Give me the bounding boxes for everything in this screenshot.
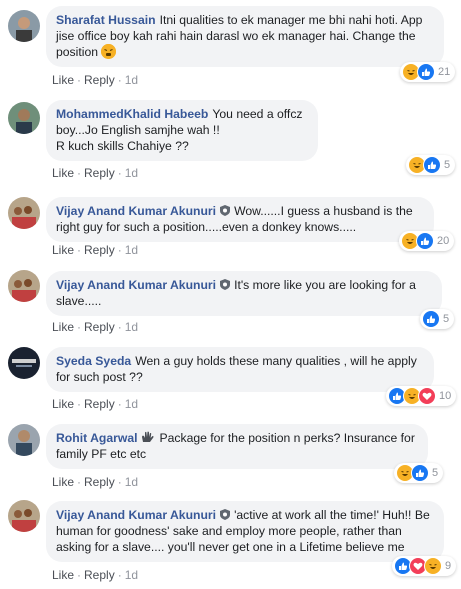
reply-link[interactable]: Reply — [84, 73, 115, 87]
commenter-name[interactable]: Vijay Anand Kumar Akunuri — [56, 278, 216, 292]
like-link[interactable]: Like — [52, 166, 74, 180]
reply-link[interactable]: Reply — [84, 243, 115, 257]
timestamp[interactable]: 1d — [125, 320, 138, 334]
timestamp[interactable]: 1d — [125, 243, 138, 257]
avatar[interactable] — [8, 347, 40, 379]
comment-actions: Like · Reply · 1d — [52, 397, 139, 411]
like-link[interactable]: Like — [52, 73, 74, 87]
commenter-name[interactable]: Sharafat Hussain — [56, 13, 156, 27]
reaction-count: 5 — [443, 313, 450, 325]
avatar[interactable] — [8, 500, 40, 532]
avatar[interactable] — [8, 270, 40, 302]
comment-text-line-2: R kuch skills Chahiye ?? — [56, 139, 189, 153]
commenter-name[interactable]: Vijay Anand Kumar Akunuri — [56, 204, 216, 218]
comment-actions: Like · Reply · 1d — [52, 166, 139, 180]
reply-link[interactable]: Reply — [84, 568, 115, 582]
like-reaction-icon — [411, 464, 429, 482]
comment-actions: Like · Reply · 1d — [52, 475, 139, 489]
reaction-count: 5 — [444, 159, 451, 171]
comment-bubble: Vijay Anand Kumar Akunuri'active at work… — [46, 501, 444, 562]
like-reaction-icon — [422, 310, 440, 328]
comment-bubble: Syeda Syeda Wen a guy holds these many qu… — [46, 347, 434, 392]
timestamp[interactable]: 1d — [125, 73, 138, 87]
comment-actions: Like · Reply · 1d — [52, 320, 139, 334]
comment-bubble: Sharafat Hussain Itni qualities to ek man… — [46, 6, 444, 67]
timestamp[interactable]: 1d — [125, 166, 138, 180]
hand-wave-emoji-icon — [141, 431, 155, 443]
haha-reaction-icon — [424, 557, 442, 575]
reaction-summary[interactable]: 5 — [406, 155, 456, 175]
reaction-count: 21 — [438, 66, 451, 78]
reaction-count: 20 — [437, 235, 450, 247]
reply-link[interactable]: Reply — [84, 320, 115, 334]
timestamp[interactable]: 1d — [125, 397, 138, 411]
comment-bubble: Vijay Anand Kumar Akunuri It's more like … — [46, 271, 442, 316]
like-reaction-icon — [416, 232, 434, 250]
love-reaction-icon — [418, 387, 436, 405]
avatar[interactable] — [8, 102, 40, 134]
reply-link[interactable]: Reply — [84, 475, 115, 489]
commenter-name[interactable]: Syeda Syeda — [56, 354, 131, 368]
reply-link[interactable]: Reply — [84, 397, 115, 411]
like-reaction-icon — [417, 63, 435, 81]
like-link[interactable]: Like — [52, 320, 74, 334]
reaction-count: 5 — [432, 467, 439, 479]
reaction-count: 10 — [439, 390, 452, 402]
like-link[interactable]: Like — [52, 568, 74, 582]
reaction-summary[interactable]: 10 — [386, 386, 457, 406]
comment-bubble: Rohit Agarwal Package for the position n … — [46, 424, 428, 469]
like-link[interactable]: Like — [52, 243, 74, 257]
reaction-summary[interactable]: 9 — [392, 556, 457, 576]
comment-actions: Like · Reply · 1d — [52, 73, 139, 87]
commenter-name[interactable]: Rohit Agarwal — [56, 431, 137, 445]
reaction-summary[interactable]: 5 — [420, 309, 455, 329]
tired-face-emoji-icon — [101, 44, 117, 59]
timestamp[interactable]: 1d — [125, 568, 138, 582]
timestamp[interactable]: 1d — [125, 475, 138, 489]
top-fan-badge-icon — [220, 204, 231, 216]
like-link[interactable]: Like — [52, 397, 74, 411]
like-link[interactable]: Like — [52, 475, 74, 489]
reply-link[interactable]: Reply — [84, 166, 115, 180]
like-reaction-icon — [423, 156, 441, 174]
avatar[interactable] — [8, 10, 40, 42]
reaction-summary[interactable]: 21 — [400, 62, 456, 82]
top-fan-badge-icon — [220, 508, 231, 520]
reaction-summary[interactable]: 20 — [399, 231, 455, 251]
commenter-name[interactable]: MohammedKhalid Habeeb — [56, 107, 208, 121]
top-fan-badge-icon — [220, 278, 231, 290]
comment-bubble: Vijay Anand Kumar Akunuri Wow......I gues… — [46, 197, 434, 242]
comment-actions: Like · Reply · 1d — [52, 243, 139, 257]
reaction-summary[interactable]: 5 — [394, 463, 444, 483]
commenter-name[interactable]: Vijay Anand Kumar Akunuri — [56, 508, 216, 522]
comment-actions: Like · Reply · 1d — [52, 568, 139, 582]
avatar[interactable] — [8, 424, 40, 456]
comment-bubble: MohammedKhalid Habeeb You need a offcz bo… — [46, 100, 318, 161]
reaction-count: 9 — [445, 560, 452, 572]
avatar[interactable] — [8, 197, 40, 229]
